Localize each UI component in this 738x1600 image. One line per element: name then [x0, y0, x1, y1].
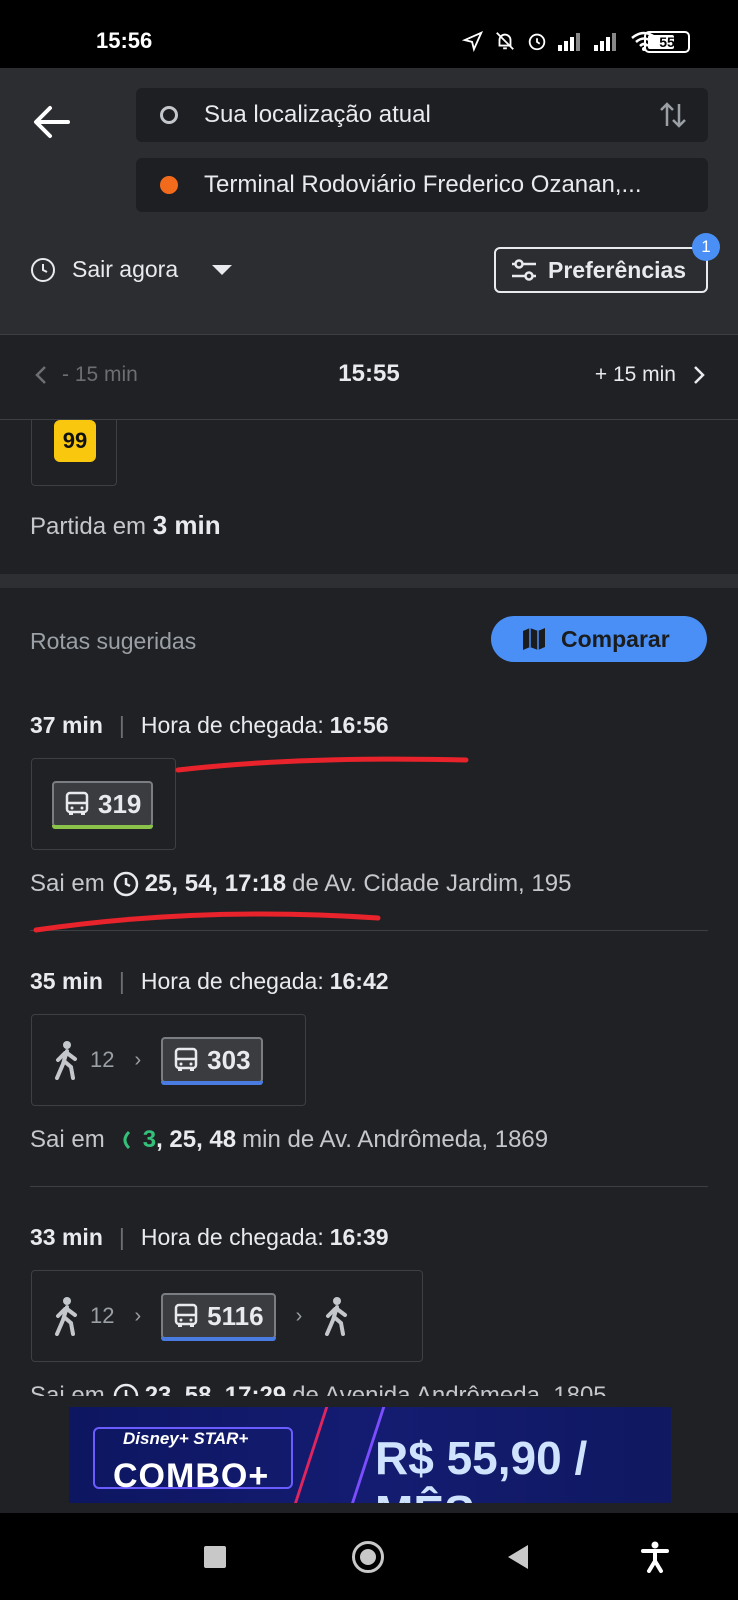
- taxi-option-card[interactable]: 99: [31, 420, 117, 486]
- origin-text: Sua localização atual: [204, 101, 431, 128]
- taxi-99-logo: 99: [54, 420, 96, 462]
- preferences-button[interactable]: Preferências 1: [494, 233, 720, 293]
- live-signal-icon: [123, 1130, 130, 1150]
- sliders-icon: [512, 259, 536, 281]
- chevron-right-icon: [694, 366, 705, 384]
- map-icon: [523, 628, 545, 650]
- mute-bell-icon: [496, 32, 514, 50]
- walk-icon: [325, 1297, 348, 1336]
- route-divider: [30, 930, 708, 931]
- origin-field[interactable]: Sua localização atual: [136, 88, 708, 142]
- origin-dot-icon: [160, 106, 178, 124]
- bus-line-badge: 319: [52, 781, 154, 829]
- destination-text: Terminal Rodoviário Frederico Ozanan,...: [204, 171, 642, 198]
- bus-icon: [65, 791, 89, 815]
- route-departures: Sai em 3, 25, 48 min de Av. Andrômeda, 1…: [30, 1126, 549, 1153]
- destination-field[interactable]: Terminal Rodoviário Frederico Ozanan,...: [136, 158, 708, 212]
- system-nav-bar: [0, 1513, 738, 1600]
- swap-icon[interactable]: [658, 100, 688, 130]
- ad-brand: Disney+ STAR+: [123, 1429, 249, 1448]
- chevron-right-icon: ›: [134, 1304, 142, 1327]
- depart-label: Sair agora: [72, 256, 179, 282]
- route-steps: 319: [31, 758, 176, 850]
- recents-icon[interactable]: [204, 1546, 226, 1568]
- bus-line-badge: 5116: [161, 1293, 276, 1341]
- preferences-label: Preferências: [548, 256, 687, 283]
- section-separator: [0, 574, 738, 588]
- ad-banner[interactable]: Disney+ STAR+ COMBO+ R$ 55,90 / MÊS: [0, 1397, 738, 1513]
- routes-title: Rotas sugeridas: [30, 628, 197, 654]
- walk-icon: [55, 1297, 77, 1336]
- status-bar: 15:56 55: [0, 0, 738, 68]
- bus-icon: [174, 1303, 198, 1327]
- route-divider: [30, 1186, 708, 1187]
- location-icon: [462, 30, 484, 52]
- ad-creative[interactable]: Disney+ STAR+ COMBO+ R$ 55,90 / MÊS: [69, 1407, 671, 1503]
- signal-icon: [558, 33, 580, 51]
- bus-line-badge: 303: [161, 1037, 263, 1085]
- status-time: 15:56: [96, 28, 153, 53]
- preferences-badge: 1: [692, 233, 720, 261]
- walk-step: 12: [52, 1040, 114, 1080]
- back-triangle-icon[interactable]: [508, 1545, 528, 1569]
- arrival-label: Hora de chegada:: [140, 1224, 324, 1250]
- arrival-time: 16:42: [329, 968, 389, 994]
- walk-icon: [55, 1041, 77, 1080]
- status-icons: [462, 30, 658, 52]
- route-duration: 33 min: [30, 1224, 103, 1250]
- walk-step: [322, 1296, 350, 1336]
- chevron-down-icon: [212, 264, 233, 275]
- destination-dot-icon: [160, 176, 178, 194]
- route-steps: 12 › 5116 ›: [31, 1270, 423, 1362]
- arrival-label: Hora de chegada:: [140, 712, 324, 738]
- chevron-right-icon: ›: [295, 1304, 303, 1327]
- time-navigation: - 15 min 15:55 + 15 min: [0, 334, 738, 420]
- home-icon[interactable]: [352, 1541, 384, 1573]
- route-header: 35 min | Hora de chegada: 16:42: [30, 968, 389, 994]
- ad-combo: COMBO+: [113, 1457, 270, 1495]
- arrival-label: Hora de chegada:: [140, 968, 324, 994]
- back-arrow-icon[interactable]: [32, 104, 72, 140]
- taxi-departure: Partida em 3 min: [30, 510, 221, 540]
- clock-icon: [31, 257, 55, 282]
- route-card[interactable]: 33 min | Hora de chegada: 16:39 12 › 511…: [0, 1224, 738, 1396]
- route-duration: 37 min: [30, 712, 103, 738]
- depart-time-dropdown[interactable]: Sair agora: [30, 256, 233, 283]
- alarm-icon: [528, 33, 546, 51]
- route-steps: 12 › 303: [31, 1014, 306, 1106]
- battery-icon: 55: [644, 31, 690, 53]
- next-time-button[interactable]: + 15 min: [595, 363, 706, 387]
- chevron-right-icon: ›: [134, 1048, 142, 1071]
- route-duration: 35 min: [30, 968, 103, 994]
- route-header: 37 min | Hora de chegada: 16:56: [30, 712, 389, 738]
- ad-price: R$ 55,90 / MÊS: [375, 1432, 588, 1503]
- walk-step: 12: [52, 1296, 114, 1336]
- compare-label: Comparar: [561, 625, 670, 652]
- signal-icon-2: [594, 33, 616, 51]
- arrival-time: 16:39: [329, 1224, 389, 1250]
- bus-icon: [174, 1047, 198, 1071]
- route-header: 33 min | Hora de chegada: 16:39: [30, 1224, 389, 1250]
- compare-button[interactable]: Comparar: [491, 616, 707, 662]
- clock-icon: [113, 871, 138, 897]
- clock-icon: [113, 1383, 138, 1396]
- arrival-time: 16:56: [329, 712, 389, 738]
- route-departures: Sai em 23, 58, 17:29 de Avenida Andrômed…: [30, 1382, 607, 1396]
- route-departures: Sai em 25, 54, 17:18 de Av. Cidade Jardi…: [30, 870, 572, 897]
- accessibility-icon[interactable]: [640, 1541, 670, 1573]
